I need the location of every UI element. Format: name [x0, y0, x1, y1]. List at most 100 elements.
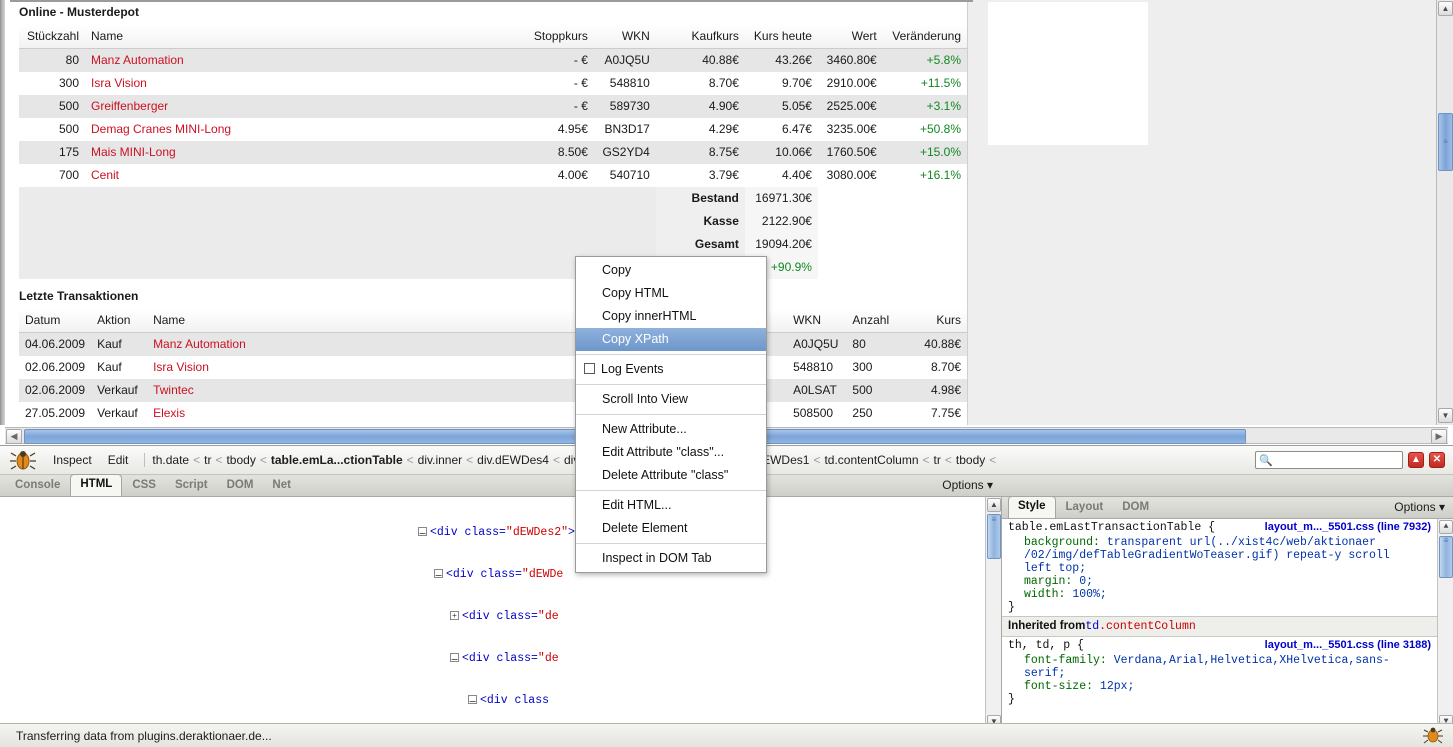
- css-rule-inherited[interactable]: th, td, p { layout_m..._5501.css (line 3…: [1002, 637, 1453, 708]
- css-rules-area: table.emLastTransactionTable { layout_m.…: [1002, 519, 1453, 747]
- expand-twisty-icon[interactable]: +: [450, 611, 459, 620]
- breadcrumb-separator-icon: <: [193, 453, 201, 467]
- breadcrumb-item[interactable]: th.date: [152, 453, 189, 467]
- minimize-button[interactable]: ▲: [1408, 452, 1424, 468]
- breadcrumb-item[interactable]: tr: [934, 453, 941, 467]
- html-line[interactable]: ⚊ <div class="de: [0, 651, 985, 667]
- stock-link[interactable]: Manz Automation: [153, 337, 246, 351]
- vertical-scroll-thumb[interactable]: ≡: [1439, 536, 1453, 578]
- cell-wert: 2910.00€: [826, 76, 877, 90]
- html-line[interactable]: ⚊ <div class="dEWDe: [0, 567, 985, 583]
- tab-dom[interactable]: DOM: [218, 475, 263, 496]
- tab-console[interactable]: Console: [6, 475, 69, 496]
- css-source-link[interactable]: layout_m..._5501.css (line 7932): [1265, 521, 1431, 533]
- menu-item-delete-attribute[interactable]: Delete Attribute "class": [576, 464, 766, 487]
- css-value[interactable]: /02/img/defTableGradientWoTeaser.gif) re…: [1024, 549, 1390, 562]
- inspect-button[interactable]: Inspect: [46, 450, 99, 470]
- tab-css[interactable]: CSS: [123, 475, 165, 496]
- trans-col-anzahl: Anzahl: [846, 309, 896, 333]
- css-value[interactable]: 12px;: [1100, 680, 1135, 693]
- transactions-title: Letzte Transaktionen: [19, 289, 139, 303]
- spacer-cell: [882, 210, 967, 233]
- stock-link[interactable]: Demag Cranes MINI-Long: [91, 122, 231, 136]
- spacer-cell: [19, 187, 85, 210]
- vertical-scroll-thumb[interactable]: ≡: [987, 514, 1001, 559]
- stock-link[interactable]: Elexis: [153, 406, 185, 420]
- collapse-twisty-icon[interactable]: ⚊: [468, 695, 477, 704]
- menu-item-copy-html[interactable]: Copy HTML: [576, 282, 766, 305]
- breadcrumb-item[interactable]: td.contentColumn: [824, 453, 918, 467]
- menu-item-edit-html[interactable]: Edit HTML...: [576, 494, 766, 517]
- firebug-status-icon[interactable]: [1423, 727, 1443, 744]
- collapse-twisty-icon[interactable]: ⚊: [450, 653, 459, 662]
- scroll-up-arrow-icon[interactable]: ▲: [987, 498, 1001, 512]
- html-line[interactable]: ⚊ <div class="dEWDes2">: [0, 525, 985, 541]
- firebug-search-box[interactable]: 🔍: [1255, 451, 1403, 469]
- search-input[interactable]: [1274, 453, 1400, 467]
- style-options-menu[interactable]: Options ▾: [1394, 500, 1445, 514]
- breadcrumb-item[interactable]: tr: [204, 453, 211, 467]
- html-line[interactable]: + <div class="de: [0, 609, 985, 625]
- menu-item-new-attribute[interactable]: New Attribute...: [576, 418, 766, 441]
- spacer-cell: [525, 233, 594, 256]
- scroll-down-arrow-icon[interactable]: ▼: [1438, 408, 1453, 423]
- stock-link[interactable]: Greiffenberger: [91, 99, 168, 113]
- css-value[interactable]: transparent url(../xist4c/web/aktionaer: [1107, 536, 1376, 549]
- cell-name: Isra Vision: [85, 72, 525, 95]
- breadcrumb-item[interactable]: div.dEWDes4: [477, 453, 549, 467]
- menu-item-log-events[interactable]: Log Events: [576, 358, 766, 381]
- sidebar-placeholder-box: [988, 2, 1148, 145]
- checkbox-icon[interactable]: [584, 363, 595, 374]
- css-value[interactable]: Verdana,Arial,Helvetica,XHelvetica,sans-: [1114, 654, 1390, 667]
- tab-layout[interactable]: Layout: [1057, 497, 1113, 518]
- stock-link[interactable]: Mais MINI-Long: [91, 145, 176, 159]
- collapse-twisty-icon[interactable]: ⚊: [418, 527, 427, 536]
- page-vertical-scrollbar[interactable]: ▲ ≡ ▼: [1436, 0, 1453, 425]
- html-line[interactable]: ⚊ <div class: [0, 693, 985, 709]
- spacer-cell: [593, 233, 656, 256]
- css-selector[interactable]: th, td, p {: [1008, 639, 1084, 652]
- tab-style[interactable]: Style: [1008, 496, 1056, 518]
- cell-wert: 2525.00€: [817, 95, 883, 118]
- css-vertical-scrollbar[interactable]: ▲ ≡ ▼: [1437, 519, 1453, 747]
- menu-item-copy[interactable]: Copy: [576, 259, 766, 282]
- menu-item-delete-element[interactable]: Delete Element: [576, 517, 766, 540]
- close-button[interactable]: ✕: [1429, 452, 1445, 468]
- tab-html[interactable]: HTML: [70, 474, 123, 496]
- menu-item-copy-innerhtml[interactable]: Copy innerHTML: [576, 305, 766, 328]
- stock-link[interactable]: Isra Vision: [153, 360, 209, 374]
- stock-link[interactable]: Manz Automation: [91, 53, 184, 67]
- css-value[interactable]: serif;: [1024, 667, 1065, 680]
- css-selector[interactable]: table.emLastTransactionTable {: [1008, 521, 1215, 534]
- scroll-up-arrow-icon[interactable]: ▲: [1439, 520, 1453, 534]
- collapse-twisty-icon[interactable]: ⚊: [434, 569, 443, 578]
- css-value[interactable]: left top;: [1024, 562, 1086, 575]
- html-vertical-scrollbar[interactable]: ▲ ≡ ▼: [985, 497, 1001, 747]
- css-value[interactable]: 0;: [1079, 575, 1093, 588]
- menu-item-copy-xpath[interactable]: Copy XPath: [576, 328, 766, 351]
- cell-wert: 3235.00€: [826, 122, 877, 136]
- html-options-menu[interactable]: Options ▾: [942, 478, 993, 492]
- css-rule-primary[interactable]: table.emLastTransactionTable { layout_m.…: [1002, 519, 1453, 616]
- scroll-up-arrow-icon[interactable]: ▲: [1438, 1, 1453, 16]
- breadcrumb-item[interactable]: tbody: [956, 453, 985, 467]
- stock-link[interactable]: Twintec: [153, 383, 194, 397]
- tab-net[interactable]: Net: [263, 475, 300, 496]
- tab-dom-side[interactable]: DOM: [1113, 497, 1158, 518]
- css-source-link[interactable]: layout_m..._5501.css (line 3188): [1265, 639, 1431, 651]
- css-value[interactable]: 100%;: [1072, 588, 1107, 601]
- stock-link[interactable]: Cenit: [91, 168, 119, 182]
- edit-button[interactable]: Edit: [101, 450, 136, 470]
- vertical-scroll-thumb[interactable]: ≡: [1438, 113, 1453, 171]
- breadcrumb-item-selected[interactable]: table.emLa...ctionTable: [271, 453, 403, 467]
- scroll-left-arrow-icon[interactable]: ◀: [6, 429, 22, 444]
- tab-script[interactable]: Script: [166, 475, 217, 496]
- breadcrumb-item[interactable]: div.inner: [418, 453, 462, 467]
- cell-name: Cenit: [85, 164, 525, 187]
- breadcrumb-item[interactable]: tbody: [226, 453, 255, 467]
- scroll-right-arrow-icon[interactable]: ▶: [1431, 429, 1447, 444]
- stock-link[interactable]: Isra Vision: [91, 76, 147, 90]
- menu-item-edit-attribute[interactable]: Edit Attribute "class"...: [576, 441, 766, 464]
- menu-item-inspect-in-dom-tab[interactable]: Inspect in DOM Tab: [576, 547, 766, 570]
- menu-item-scroll-into-view[interactable]: Scroll Into View: [576, 388, 766, 411]
